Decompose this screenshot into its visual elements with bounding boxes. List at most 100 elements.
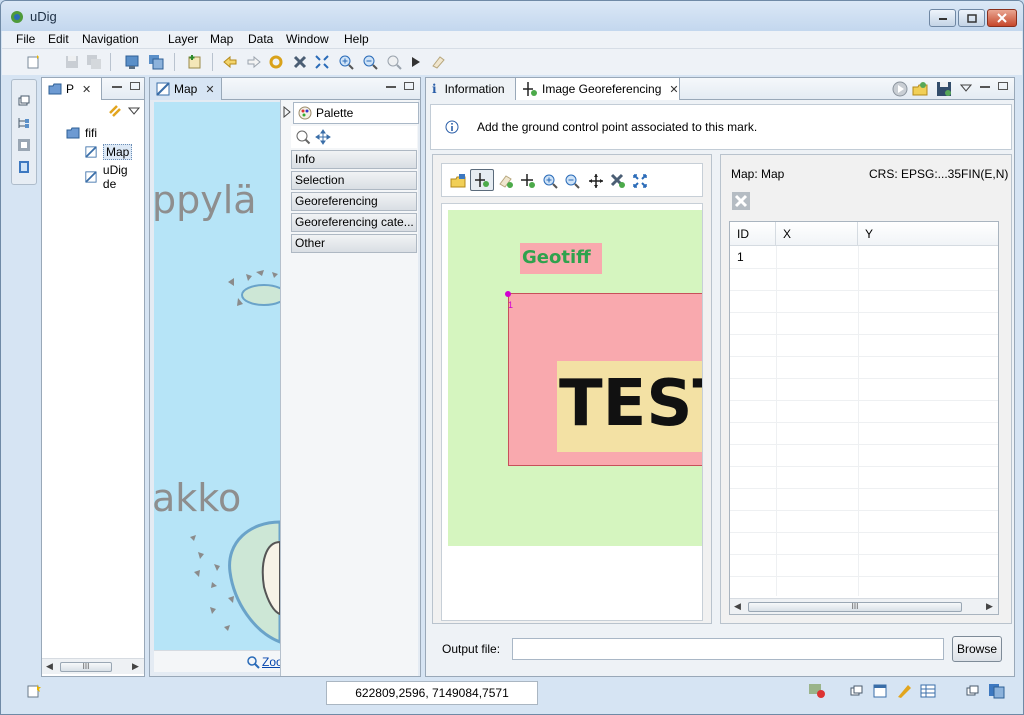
close-tab-icon[interactable]: ✕: [205, 83, 214, 96]
menu-data[interactable]: Data: [248, 32, 273, 46]
minimize-window-button[interactable]: [929, 9, 956, 27]
left-trim-bar: [11, 79, 37, 185]
pan-tool-icon[interactable]: [315, 129, 331, 145]
image-subpanel: Geotiff TEST 1: [432, 154, 712, 624]
save-icon[interactable]: [936, 81, 952, 97]
eraser-icon[interactable]: [430, 54, 446, 70]
frame-icon[interactable]: [17, 138, 31, 152]
close-tab-icon[interactable]: ✕: [82, 83, 91, 96]
palette-drawer-info[interactable]: Info: [291, 150, 417, 169]
menu-edit[interactable]: Edit: [48, 32, 69, 46]
progress-error-icon[interactable]: [808, 683, 826, 699]
scroll-thumb[interactable]: III: [748, 602, 962, 612]
back-icon[interactable]: [222, 54, 238, 70]
zoom-out-icon[interactable]: [362, 54, 378, 70]
restore-icon[interactable]: [966, 685, 980, 697]
minimize-panel-icon[interactable]: [980, 86, 990, 88]
menu-file[interactable]: File: [16, 32, 35, 46]
restore-window-button[interactable]: [958, 9, 985, 27]
link-editor-icon[interactable]: [108, 104, 122, 118]
maximize-panel-icon[interactable]: [404, 82, 414, 90]
palette-drawer-georeferencing[interactable]: Georeferencing: [291, 192, 417, 211]
save-icon[interactable]: [64, 54, 80, 70]
run-icon[interactable]: [892, 81, 908, 97]
tree-item-project[interactable]: fifi: [66, 126, 97, 140]
open-image-icon[interactable]: [450, 173, 466, 189]
catalog-book-icon[interactable]: [17, 160, 31, 174]
zoom-tool-icon[interactable]: [295, 129, 311, 145]
table-hscrollbar[interactable]: ◀ III ▶: [730, 598, 998, 614]
zoom-extent-icon[interactable]: [314, 54, 330, 70]
tree-item-map[interactable]: Map: [84, 144, 133, 160]
column-y[interactable]: Y: [858, 222, 998, 246]
style-icon[interactable]: [896, 683, 912, 699]
refresh-icon[interactable]: [268, 54, 284, 70]
palette-drawer-selection[interactable]: Selection: [291, 171, 417, 190]
tab-map-label: Map: [174, 82, 198, 96]
browse-button[interactable]: Browse: [952, 636, 1002, 662]
tab-image-georeferencing-label: Image Georeferencing: [542, 82, 662, 96]
scroll-left-icon[interactable]: ◀: [734, 601, 741, 612]
fast-view-icon[interactable]: [26, 683, 42, 699]
play-icon[interactable]: [408, 54, 424, 70]
palette-drawer-other[interactable]: Other: [291, 234, 417, 253]
view-menu-icon[interactable]: [960, 83, 972, 93]
pan-icon[interactable]: [588, 173, 604, 189]
output-file-input[interactable]: [512, 638, 944, 660]
tab-image-georeferencing[interactable]: Image Georeferencing ✕: [516, 78, 680, 100]
layers-view-icon[interactable]: [872, 683, 888, 699]
minimize-panel-icon[interactable]: [112, 86, 122, 88]
close-tab-icon[interactable]: ✕: [669, 83, 678, 96]
tab-information[interactable]: i Information: [426, 78, 516, 100]
image-canvas[interactable]: Geotiff TEST 1: [441, 203, 703, 621]
column-x[interactable]: X: [776, 222, 858, 246]
menu-help[interactable]: Help: [344, 32, 369, 46]
scroll-left-icon[interactable]: ◀: [46, 661, 53, 672]
tab-map[interactable]: Map ✕: [150, 78, 222, 100]
add-layer-icon[interactable]: [186, 54, 202, 70]
load-icon[interactable]: [912, 81, 928, 97]
catalog-icon[interactable]: [988, 683, 1006, 699]
new-page-icon[interactable]: [148, 54, 164, 70]
maximize-panel-icon[interactable]: [130, 82, 140, 90]
palette-header[interactable]: Palette: [293, 102, 419, 124]
zoom-previous-icon[interactable]: [386, 54, 402, 70]
projects-hscrollbar[interactable]: ◀ III ▶: [42, 658, 144, 674]
delete-points-icon[interactable]: [731, 191, 751, 211]
menu-layer[interactable]: Layer: [168, 32, 198, 46]
delete-gcps-icon[interactable]: [610, 173, 626, 189]
minimize-panel-icon[interactable]: [386, 86, 396, 88]
new-map-icon[interactable]: [124, 54, 140, 70]
cancel-render-icon[interactable]: [292, 54, 308, 70]
palette-drawer-georeferencing-categories[interactable]: Georeferencing cate...: [291, 213, 417, 232]
palette-collapse-icon[interactable]: [283, 106, 291, 118]
layers-tree-icon[interactable]: [17, 116, 31, 130]
menu-navigation[interactable]: Navigation: [82, 32, 139, 46]
zoom-out-icon[interactable]: [564, 173, 580, 189]
map-canvas[interactable]: ppylä akko: [154, 102, 280, 650]
scroll-right-icon[interactable]: ▶: [986, 601, 993, 612]
close-window-button[interactable]: [987, 9, 1017, 27]
move-gcp-icon[interactable]: [520, 173, 536, 189]
table-view-icon[interactable]: [920, 683, 936, 699]
zoom-in-icon[interactable]: [338, 54, 354, 70]
zoom-extent-icon[interactable]: [632, 173, 648, 189]
tree-item-udig-demo[interactable]: uDig de: [84, 163, 144, 191]
menu-map[interactable]: Map: [210, 32, 233, 46]
eraser-icon[interactable]: [498, 173, 514, 189]
save-all-icon[interactable]: [86, 54, 102, 70]
tree-item-label: Map: [103, 144, 133, 160]
new-icon[interactable]: [26, 54, 42, 70]
add-gcp-button[interactable]: [470, 169, 494, 191]
maximize-panel-icon[interactable]: [998, 82, 1008, 90]
tab-projects[interactable]: P ✕: [42, 78, 102, 100]
restore-icon[interactable]: [17, 94, 31, 108]
scroll-right-icon[interactable]: ▶: [132, 661, 139, 672]
zoom-in-icon[interactable]: [542, 173, 558, 189]
restore-icon[interactable]: [850, 685, 864, 697]
view-menu-icon[interactable]: [128, 106, 140, 116]
forward-icon[interactable]: [246, 54, 262, 70]
column-id[interactable]: ID: [730, 222, 776, 246]
scroll-thumb[interactable]: III: [60, 662, 112, 672]
menu-window[interactable]: Window: [286, 32, 329, 46]
